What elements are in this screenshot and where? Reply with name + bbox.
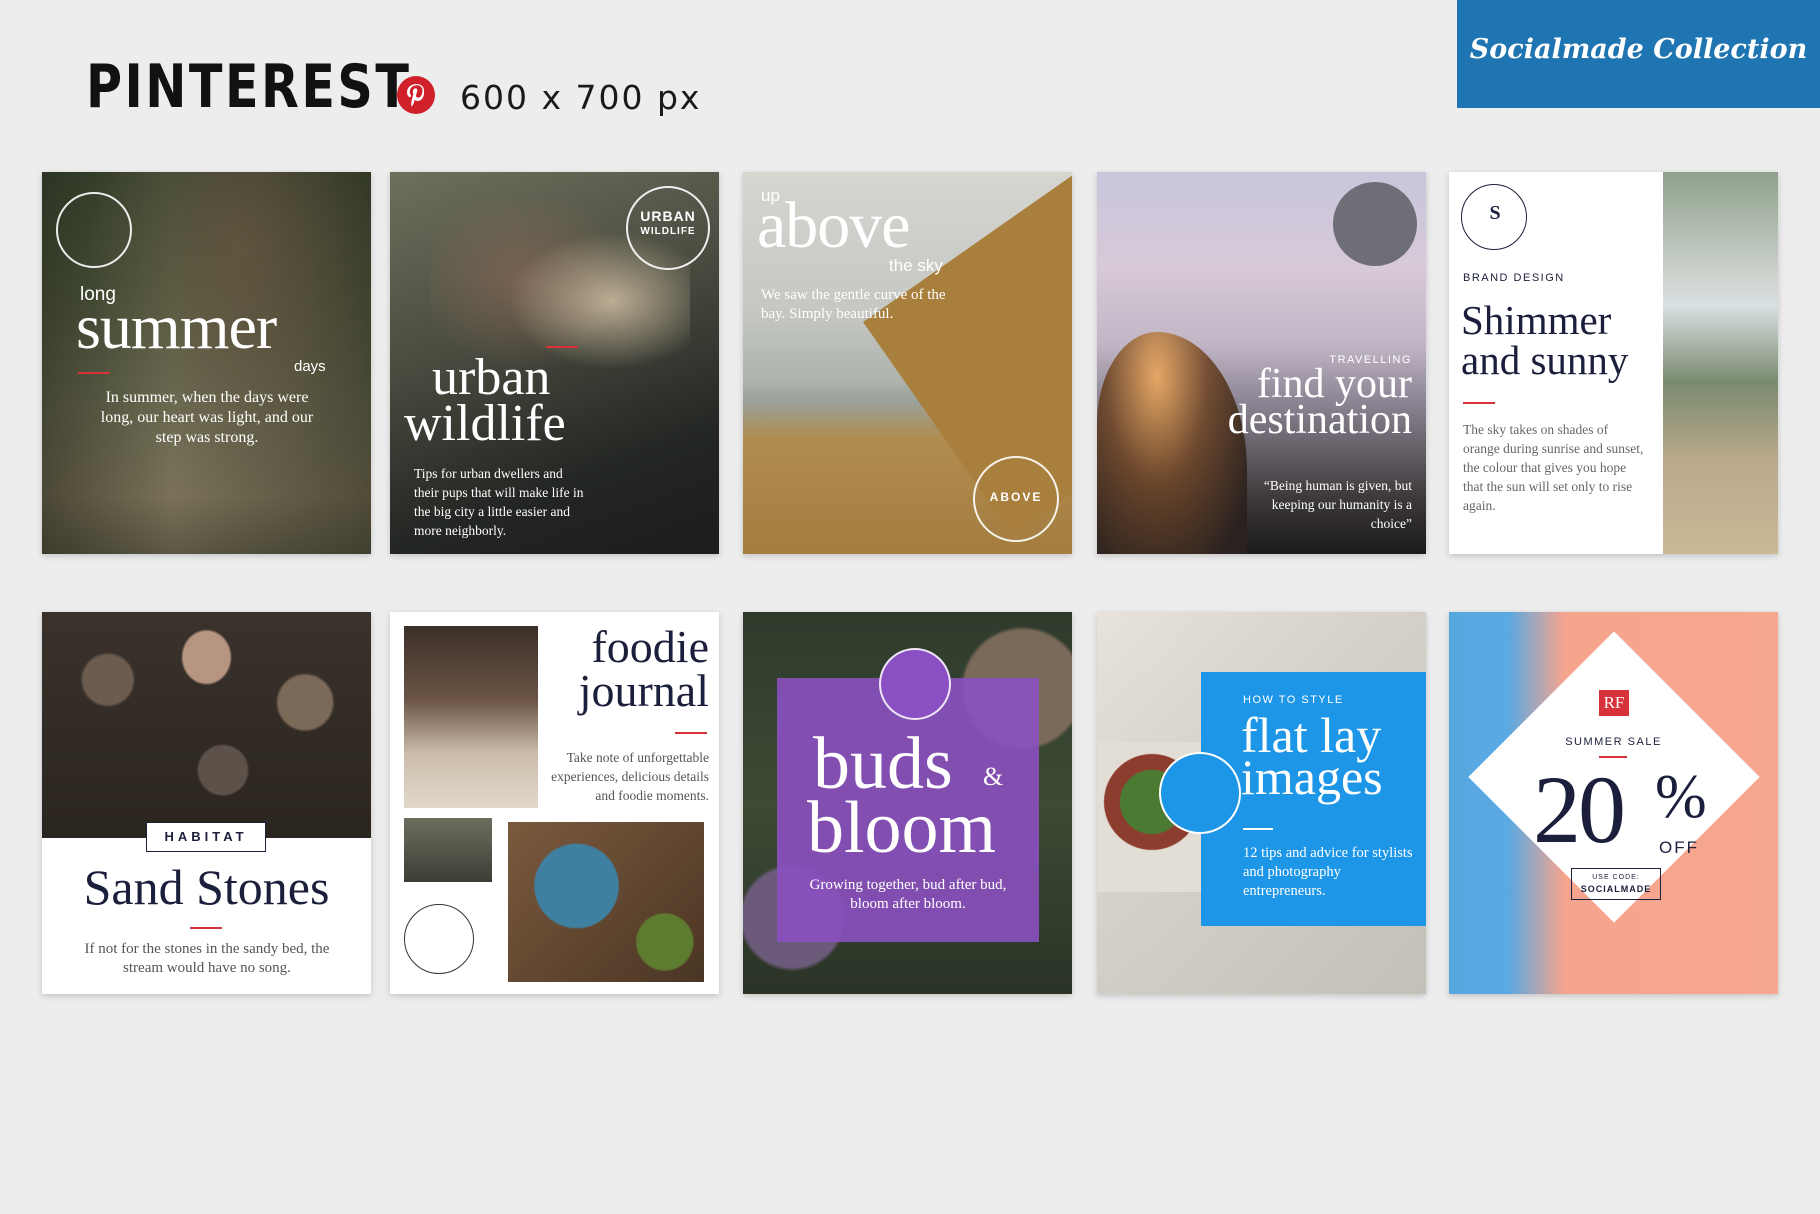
divider <box>675 732 707 734</box>
card-urban-wildlife[interactable]: URBAN WILDLIFE urban wildlife Tips for u… <box>390 172 719 554</box>
divider <box>1243 828 1273 830</box>
badge-top: URBAN <box>640 208 696 224</box>
title-line2: bloom <box>807 787 997 869</box>
card-body: In summer, when the days were long, our … <box>100 389 314 446</box>
title-line2: and sunny <box>1461 337 1629 383</box>
title-line2: journal <box>578 665 709 716</box>
divider <box>190 927 222 929</box>
percent-sign: % <box>1655 763 1707 831</box>
brand-label: Socialmade Collection <box>1469 34 1808 65</box>
card-foodie-journal[interactable]: foodie journal Take note of unforgettabl… <box>390 612 719 994</box>
card-body: Take note of unforgettable experiences, … <box>551 750 709 803</box>
cafe-photo <box>404 626 538 808</box>
card-title: Sand Stones <box>83 859 330 915</box>
card-suffix: days <box>294 358 326 375</box>
curated-seal-icon <box>56 192 132 268</box>
title-line2: images <box>1241 749 1383 805</box>
divider <box>546 346 578 348</box>
card-buds-and-bloom[interactable]: buds & bloom Growing together, bud after… <box>743 612 1072 994</box>
habitat-label: HABITAT <box>146 822 266 852</box>
rf-logo: RF <box>1599 690 1629 716</box>
card-body: If not for the stones in the sandy bed, … <box>84 941 330 976</box>
buds-bloom-seal-icon <box>879 648 951 720</box>
card-body: We saw the gentle curve of the bay. Simp… <box>761 287 946 322</box>
card-title: above <box>757 189 911 262</box>
card-body: The sky takes on shades of orange during… <box>1463 422 1644 513</box>
swing-beach-photo <box>1663 172 1778 554</box>
kicker: SUMMER SALE <box>1565 736 1662 748</box>
cliff-photo <box>1097 332 1247 554</box>
thyme-seal-icon <box>404 904 474 974</box>
pinterest-icon <box>397 76 435 114</box>
blue-photo-seal-icon <box>1159 752 1241 834</box>
card-find-your-destination[interactable]: TRAVELLING find your destination “Being … <box>1097 172 1426 554</box>
card-shimmer-and-sunny[interactable]: S BRAND DESIGN Shimmer and sunny The sky… <box>1449 172 1778 554</box>
promo-code: SOCIALMADE <box>1580 884 1652 894</box>
off-label: OFF <box>1659 838 1699 857</box>
card-above-the-sky[interactable]: up above the sky We saw the gentle curve… <box>743 172 1072 554</box>
card-flat-lay-images[interactable]: HOW TO STYLE flat lay images 12 tips and… <box>1097 612 1426 994</box>
card-body: Growing together, bud after bud, bloom a… <box>809 877 1007 912</box>
counter-photo <box>404 818 492 882</box>
page-title: PINTEREST <box>86 52 412 122</box>
sale-percent: 20 <box>1533 756 1626 863</box>
badge-bottom: WILDLIFE <box>640 226 696 237</box>
kicker: BRAND DESIGN <box>1463 272 1565 284</box>
food-bowl-photo <box>508 822 704 982</box>
brand-banner: Socialmade Collection <box>1457 0 1820 108</box>
card-body: 12 tips and advice for stylists and phot… <box>1243 845 1413 899</box>
seal-letter: S <box>1489 202 1501 224</box>
title-line2: wildlife <box>404 395 566 452</box>
card-suffix: the sky <box>889 256 943 275</box>
human-being-seal-icon <box>1333 182 1417 266</box>
card-title: summer <box>76 291 277 362</box>
seal-text: ABOVE <box>989 490 1043 504</box>
divider <box>1463 402 1495 404</box>
card-summer-days[interactable]: long summer days In summer, when the day… <box>42 172 371 554</box>
card-body: Tips for urban dwellers and their pups t… <box>414 466 584 538</box>
kicker: HOW TO STYLE <box>1243 694 1344 706</box>
code-label: USE CODE: <box>1592 874 1640 881</box>
stones-photo <box>42 612 371 838</box>
card-summer-sale[interactable]: RF SUMMER SALE 20 % OFF USE CODE: SOCIAL… <box>1449 612 1778 994</box>
card-sand-stones[interactable]: HABITAT Sand Stones If not for the stone… <box>42 612 371 994</box>
divider <box>78 372 110 374</box>
title-line2: destination <box>1227 397 1412 443</box>
card-quote: “Being human is given, but keeping our h… <box>1263 478 1412 531</box>
size-label: 600 x 700 px <box>460 78 702 117</box>
